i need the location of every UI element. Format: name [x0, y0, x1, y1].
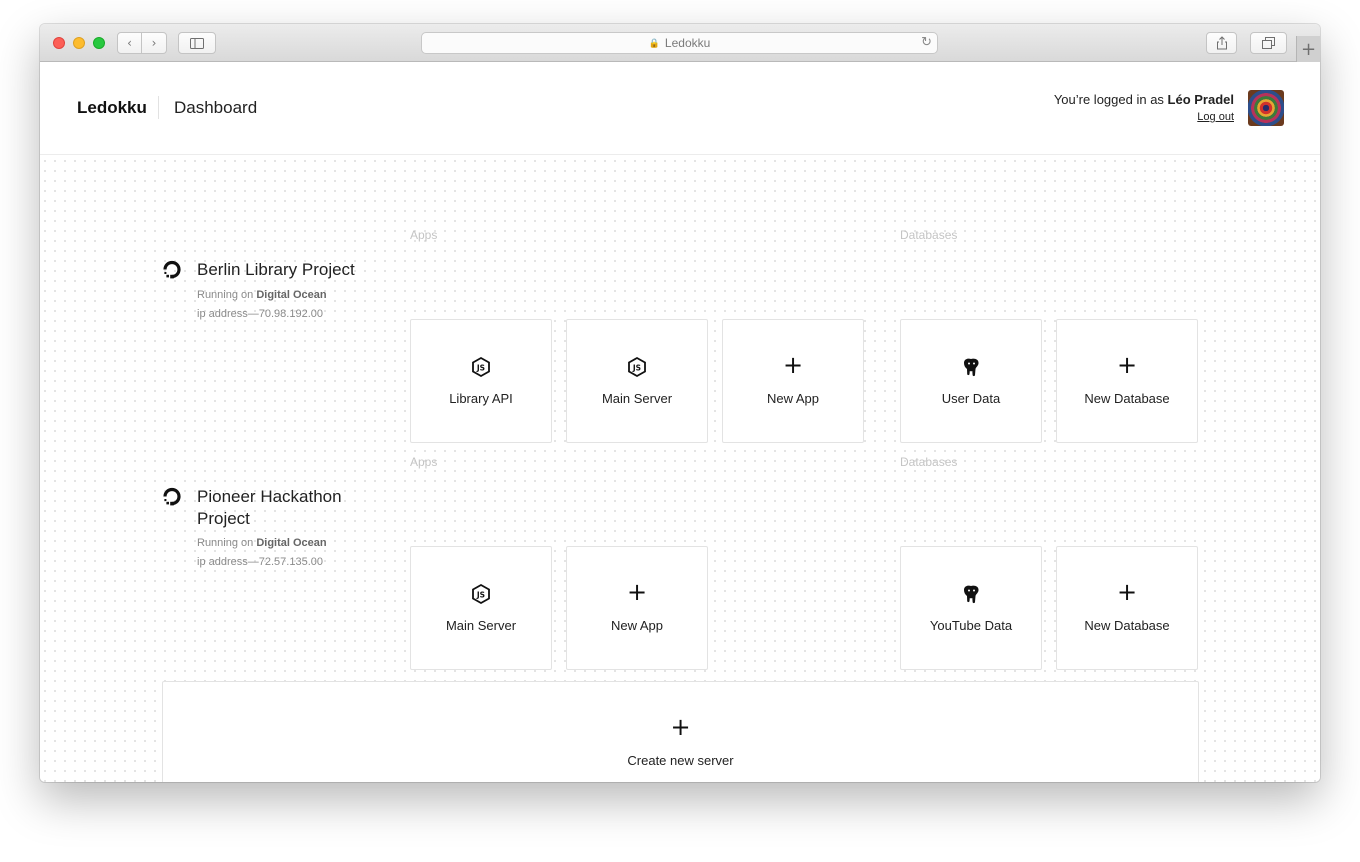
database-card[interactable]: User Data	[900, 319, 1042, 443]
lock-icon: 🔒	[648, 37, 660, 48]
database-name: YouTube Data	[929, 618, 1013, 633]
app-card[interactable]: JS Main Server	[566, 319, 708, 443]
brand-logo[interactable]: Ledokku	[77, 98, 147, 118]
header-divider	[158, 96, 159, 119]
chevron-right-icon: ›	[151, 36, 157, 50]
forward-button[interactable]: ›	[142, 32, 167, 54]
app-header: Ledokku Dashboard You’re logged in as Lé…	[40, 62, 1320, 155]
avatar[interactable]	[1248, 90, 1284, 126]
new-database-card[interactable]: + New Database	[1056, 319, 1198, 443]
sidebar-toggle-button[interactable]	[178, 32, 216, 54]
back-button[interactable]: ‹	[117, 32, 142, 54]
chevron-left-icon: ‹	[127, 36, 132, 50]
postgresql-icon	[964, 585, 979, 604]
provider-name: Digital Ocean	[256, 537, 327, 549]
new-app-card[interactable]: + New App	[722, 319, 864, 443]
show-tabs-button[interactable]	[1250, 32, 1287, 54]
plus-icon: +	[626, 578, 648, 606]
address-text: Ledokku	[664, 36, 711, 50]
user-name: Léo Pradel	[1167, 92, 1234, 107]
app-name: Main Server	[601, 391, 673, 406]
server-name[interactable]: Berlin Library Project	[197, 259, 355, 281]
new-tab-button[interactable]: +	[1296, 36, 1320, 62]
server-provider: Running on Digital Ocean	[197, 286, 327, 305]
apps-section-label: Apps	[410, 228, 438, 242]
svg-text:JS: JS	[476, 363, 485, 372]
app-name: Library API	[449, 391, 513, 406]
app-card[interactable]: JS Main Server	[410, 546, 552, 670]
reload-icon[interactable]: ↻	[921, 35, 932, 50]
new-database-card[interactable]: + New Database	[1056, 546, 1198, 670]
maximize-window-button[interactable]	[93, 37, 105, 49]
svg-text:JS: JS	[476, 590, 485, 599]
digitalocean-icon	[163, 487, 181, 506]
page-content: Ledokku Dashboard You’re logged in as Lé…	[40, 62, 1320, 782]
plus-icon: +	[1300, 38, 1317, 60]
new-app-label: New App	[766, 391, 820, 406]
close-window-button[interactable]	[53, 37, 65, 49]
new-app-card[interactable]: + New App	[566, 546, 708, 670]
nodejs-icon: JS	[472, 583, 490, 605]
sidebar-icon	[190, 37, 204, 49]
create-server-card[interactable]: + Create new server	[162, 681, 1199, 782]
svg-text:JS: JS	[632, 363, 641, 372]
apps-section-label: Apps	[410, 455, 438, 469]
new-database-label: New Database	[1084, 618, 1170, 633]
dashboard-main: Berlin Library Project Running on Digita…	[40, 156, 1320, 782]
server-name-line: Project	[197, 509, 250, 528]
nodejs-icon: JS	[628, 356, 646, 378]
server-name[interactable]: Pioneer Hackathon Project	[197, 486, 342, 530]
server-name-line: Pioneer Hackathon	[197, 487, 342, 506]
new-app-label: New App	[610, 618, 664, 633]
browser-window: ‹ › 🔒 Ledokku ↻ + Ledokku Dashboard You’…	[40, 24, 1320, 782]
running-prefix: Running on	[197, 537, 257, 549]
database-name: User Data	[941, 391, 1001, 406]
database-card[interactable]: YouTube Data	[900, 546, 1042, 670]
plus-icon: +	[1116, 351, 1138, 379]
nodejs-icon: JS	[472, 356, 490, 378]
running-prefix: Running on	[197, 289, 257, 301]
plus-icon: +	[782, 351, 804, 379]
tabs-icon	[1261, 37, 1275, 49]
server-ip: ip address—72.57.135.00	[197, 556, 323, 568]
address-bar[interactable]: 🔒 Ledokku ↻	[421, 32, 938, 54]
provider-name: Digital Ocean	[256, 289, 327, 301]
browser-titlebar: ‹ › 🔒 Ledokku ↻ +	[40, 24, 1320, 62]
page-title: Dashboard	[174, 98, 258, 117]
login-prefix: You’re logged in as	[1053, 92, 1168, 107]
server-provider: Running on Digital Ocean	[197, 534, 327, 553]
databases-section-label: Databases	[900, 455, 958, 469]
share-icon	[1216, 36, 1227, 50]
plus-icon: +	[670, 713, 691, 741]
new-database-label: New Database	[1084, 391, 1170, 406]
share-button[interactable]	[1206, 32, 1237, 54]
databases-section-label: Databases	[900, 228, 958, 242]
app-card[interactable]: JS Library API	[410, 319, 552, 443]
logout-link[interactable]: Log out	[1197, 111, 1234, 123]
postgresql-icon	[964, 358, 979, 377]
server-ip: ip address—70.98.192.00	[197, 308, 323, 320]
digitalocean-icon	[163, 260, 181, 279]
app-name: Main Server	[445, 618, 517, 633]
create-server-label: Create new server	[627, 753, 734, 768]
minimize-window-button[interactable]	[73, 37, 85, 49]
login-status: You’re logged in as Léo Pradel	[1054, 92, 1234, 107]
plus-icon: +	[1116, 578, 1138, 606]
